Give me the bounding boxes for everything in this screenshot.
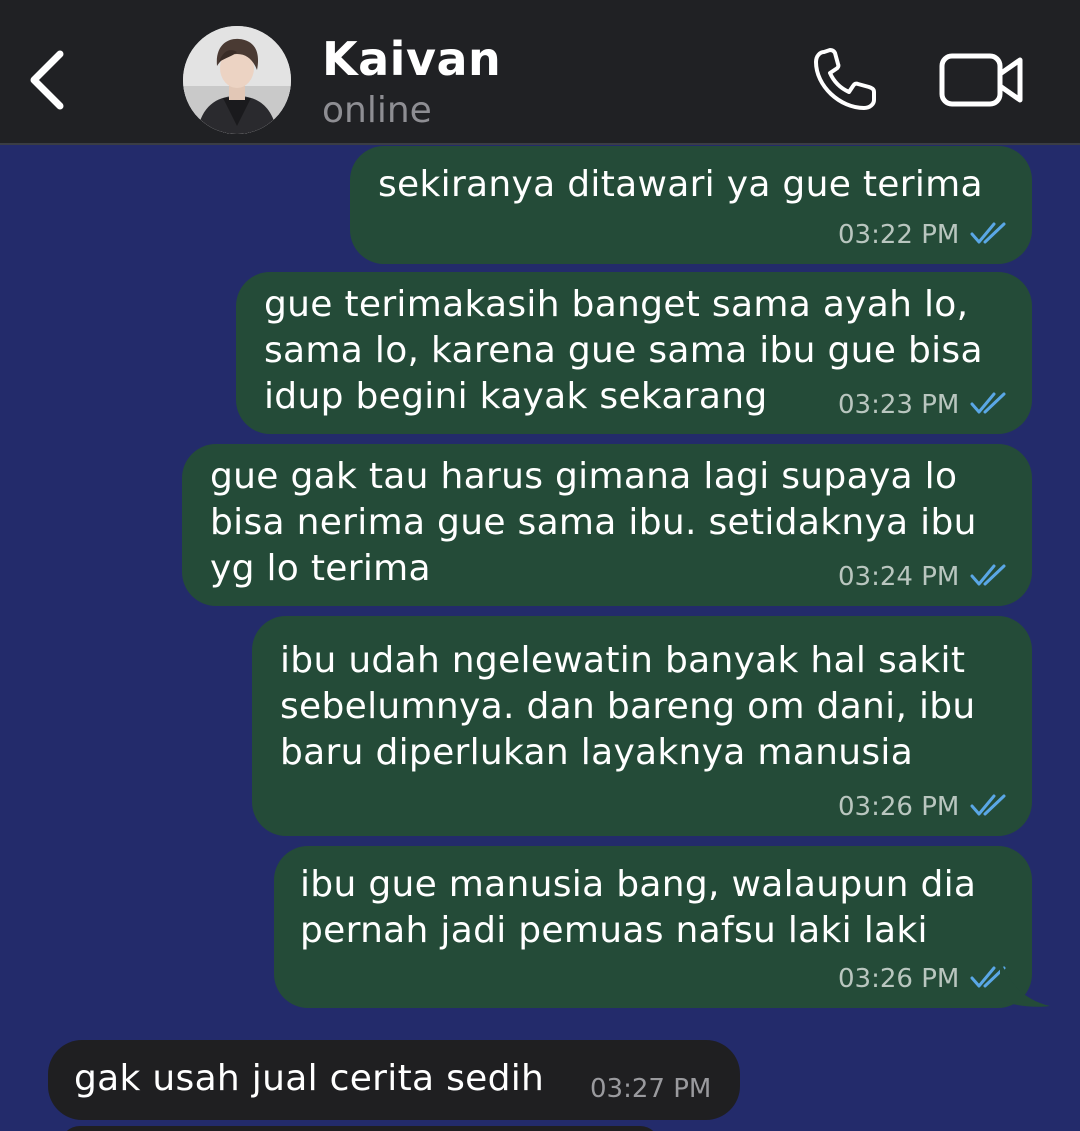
message-bubble-outgoing[interactable]: ibu udah ngelewatin banyak hal sakit seb…: [252, 616, 1032, 836]
double-check-icon: [970, 392, 1006, 414]
chat-header: Kaivan online: [0, 0, 1080, 145]
video-camera-icon: [939, 53, 1023, 107]
video-call-button[interactable]: [938, 50, 1026, 110]
contact-name[interactable]: Kaivan: [322, 32, 501, 86]
message-text: ibu udah ngelewatin banyak hal sakit seb…: [280, 640, 976, 773]
message-timestamp: 03:27 PM: [590, 1074, 712, 1104]
message-timestamp: 03:26 PM: [838, 964, 960, 994]
message-timestamp: 03:24 PM: [838, 562, 960, 592]
message-bubble-incoming[interactable]: [60, 1126, 660, 1131]
chevron-left-icon: [30, 50, 64, 110]
chat-screen: Kaivan online sekiranya ditawari ya gue …: [0, 0, 1080, 1131]
message-bubble-outgoing[interactable]: gue gak tau harus gimana lagi supaya lo …: [182, 444, 1032, 606]
message-text: ibu gue manusia bang, walaupun dia perna…: [300, 864, 977, 951]
message-timestamp: 03:26 PM: [838, 792, 960, 822]
avatar-photo: [183, 26, 291, 134]
message-bubble-outgoing[interactable]: sekiranya ditawari ya gue terima 03:22 P…: [350, 146, 1032, 264]
contact-status: online: [322, 90, 432, 131]
message-text: gak usah jual cerita sedih: [74, 1058, 545, 1099]
avatar[interactable]: [183, 26, 291, 134]
message-bubble-outgoing[interactable]: gue terimakasih banget sama ayah lo, sam…: [236, 272, 1032, 434]
double-check-icon: [970, 794, 1006, 816]
back-button[interactable]: [22, 46, 74, 114]
double-check-icon: [970, 222, 1006, 244]
bubble-tail: [1000, 960, 1050, 1007]
message-bubble-incoming[interactable]: gak usah jual cerita sedih 03:27 PM: [48, 1040, 740, 1120]
message-timestamp: 03:23 PM: [838, 390, 960, 420]
message-bubble-outgoing[interactable]: ibu gue manusia bang, walaupun dia perna…: [274, 846, 1032, 1008]
phone-icon: [814, 48, 876, 110]
message-text: sekiranya ditawari ya gue terima: [378, 164, 983, 205]
double-check-icon: [970, 564, 1006, 586]
message-timestamp: 03:22 PM: [838, 220, 960, 250]
voice-call-button[interactable]: [810, 46, 882, 114]
